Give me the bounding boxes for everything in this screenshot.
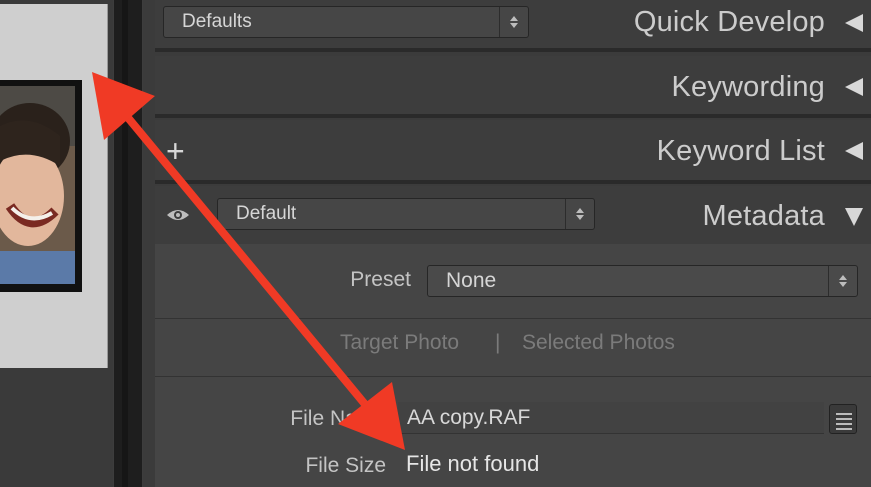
stepper-icon xyxy=(828,266,857,296)
collapse-triangle-icon[interactable] xyxy=(845,142,863,160)
panel-separator xyxy=(155,48,871,52)
collapse-triangle-icon[interactable] xyxy=(845,14,863,32)
metadata-view-value: Default xyxy=(236,203,297,224)
keywording-header[interactable]: Keywording xyxy=(155,56,871,115)
metadata-view-select[interactable]: Default xyxy=(217,198,595,230)
file-size-value: File not found xyxy=(406,451,540,476)
keyword-list-header[interactable]: Keyword List xyxy=(155,120,871,181)
panel-separator xyxy=(155,180,871,184)
plus-icon[interactable]: + xyxy=(166,135,185,167)
keyword-list-title: Keyword List xyxy=(656,135,825,167)
panel-divider-groove xyxy=(122,0,128,487)
photo-thumbnail[interactable] xyxy=(0,86,75,284)
quick-develop-title: Quick Develop xyxy=(633,6,825,38)
quick-develop-preset-value: Defaults xyxy=(182,11,252,32)
collapse-triangle-icon[interactable] xyxy=(845,78,863,96)
target-separator: | xyxy=(495,331,501,354)
panel-divider[interactable] xyxy=(113,0,143,487)
metadata-preset-value: None xyxy=(446,269,497,292)
row-divider xyxy=(155,376,871,377)
quick-develop-preset-select[interactable]: Defaults xyxy=(163,6,529,38)
file-name-value[interactable]: AA copy.RAF xyxy=(407,406,530,430)
target-photo-toggle[interactable]: Target Photo xyxy=(340,331,459,355)
quick-develop-header[interactable]: Defaults Quick Develop xyxy=(155,0,871,49)
preset-label: Preset xyxy=(350,268,411,291)
keywording-title: Keywording xyxy=(671,71,825,103)
file-size-label: File Size xyxy=(305,454,386,477)
eye-icon[interactable] xyxy=(166,207,190,223)
stepper-icon xyxy=(565,199,594,229)
file-name-label: File Name xyxy=(290,407,386,430)
metadata-header[interactable]: Default Metadata xyxy=(155,186,871,245)
selected-photos-toggle[interactable]: Selected Photos xyxy=(522,331,675,355)
panel-separator xyxy=(155,114,871,118)
list-icon[interactable] xyxy=(829,404,857,434)
metadata-preset-select[interactable]: None xyxy=(427,265,858,297)
child-photo-image xyxy=(0,86,75,284)
expand-triangle-icon[interactable] xyxy=(845,208,863,226)
row-divider xyxy=(155,318,871,319)
metadata-title: Metadata xyxy=(702,200,825,232)
stepper-icon xyxy=(499,7,528,37)
